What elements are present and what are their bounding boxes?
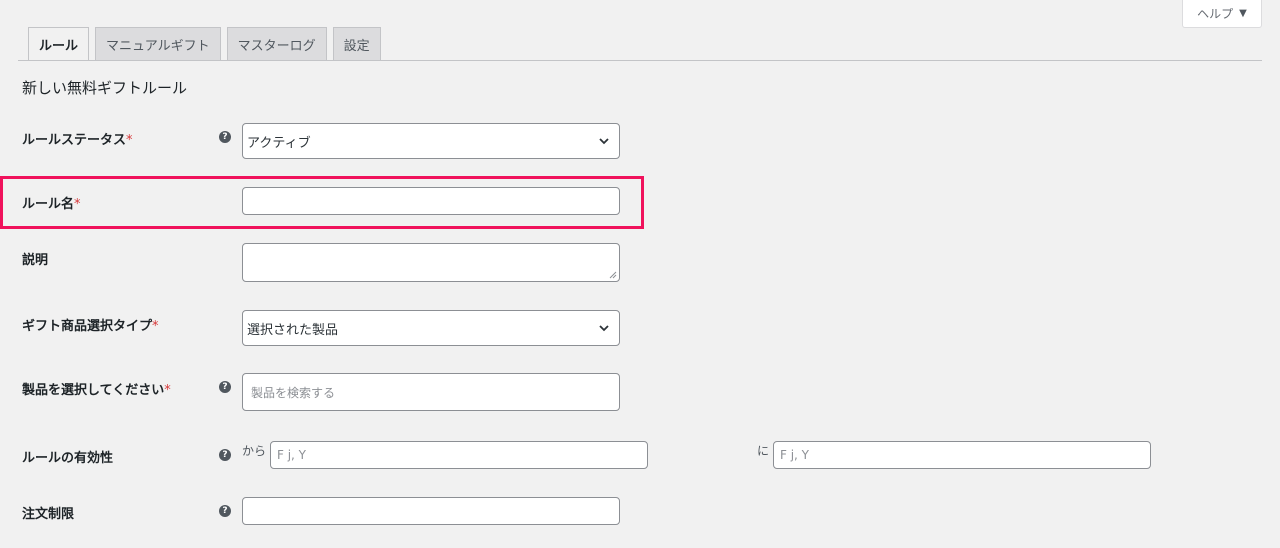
tab-settings[interactable]: 設定 (332, 27, 381, 60)
description-textarea[interactable] (242, 243, 620, 282)
tab-master-log[interactable]: マスターログ (226, 27, 327, 60)
required-mark: * (152, 319, 159, 334)
gift-type-label: ギフト商品選択タイプ* (22, 319, 159, 334)
product-search-placeholder: 製品を検索する (251, 385, 336, 400)
page-title: 新しい無料ギフトルール (22, 79, 188, 97)
rule-name-label: ルール名* (22, 197, 81, 212)
chevron-down-icon (599, 325, 609, 332)
rule-status-select[interactable]: アクティブ (242, 123, 620, 159)
rule-status-value: アクティブ (247, 135, 311, 151)
rule-name-input[interactable] (242, 187, 620, 215)
order-limit-input[interactable] (242, 497, 620, 525)
help-icon[interactable]: ? (219, 449, 231, 461)
tab-divider (18, 60, 1262, 61)
from-label: から (242, 444, 267, 458)
to-label: に (757, 444, 770, 458)
resize-grip-icon[interactable] (609, 271, 617, 279)
product-search-input[interactable]: 製品を検索する (242, 373, 620, 411)
rule-status-label: ルールステータス* (22, 133, 133, 148)
validity-label: ルールの有効性 (22, 451, 114, 466)
help-button[interactable]: ヘルプ ▼ (1182, 0, 1262, 28)
required-mark: * (164, 383, 171, 398)
required-mark: * (74, 197, 81, 212)
date-from-input[interactable]: F j, Y (270, 441, 648, 469)
tab-rules[interactable]: ルール (28, 27, 90, 61)
gift-type-select[interactable]: 選択された製品 (242, 310, 620, 346)
tab-manual-gift[interactable]: マニュアルギフト (95, 27, 221, 60)
gift-type-value: 選択された製品 (247, 322, 339, 338)
caret-down-icon: ▼ (1239, 8, 1247, 19)
required-mark: * (126, 133, 133, 148)
help-icon[interactable]: ? (219, 381, 231, 393)
help-icon[interactable]: ? (219, 131, 231, 143)
chevron-down-icon (599, 138, 609, 145)
help-label: ヘルプ (1197, 7, 1234, 21)
products-label: 製品を選択してください* (22, 383, 171, 398)
help-icon[interactable]: ? (219, 505, 231, 517)
date-to-input[interactable]: F j, Y (773, 441, 1151, 469)
order-limit-label: 注文制限 (22, 507, 75, 522)
tab-bar: ルール マニュアルギフト マスターログ 設定 (28, 27, 381, 61)
description-label: 説明 (22, 253, 49, 268)
